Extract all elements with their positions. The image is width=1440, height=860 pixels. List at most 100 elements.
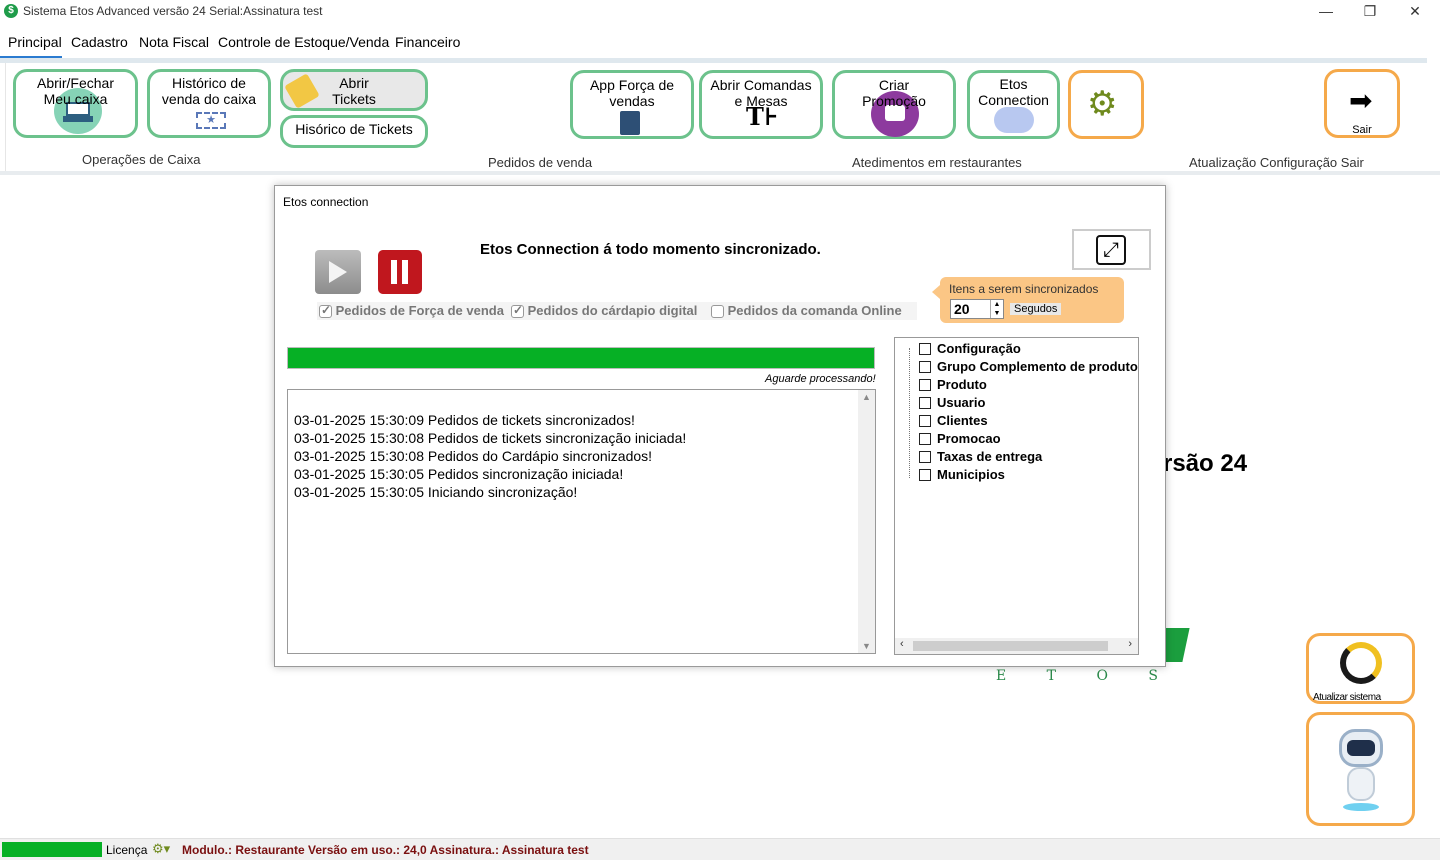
- scroll-left-icon[interactable]: ‹: [900, 638, 904, 650]
- option-comanda-online[interactable]: Pedidos da comanda Online: [711, 303, 902, 319]
- sair-label: Sair: [1352, 124, 1372, 136]
- app-forca-label: App Força de vendas: [589, 77, 675, 109]
- title-bar: $ Sistema Etos Advanced versão 24 Serial…: [0, 0, 1440, 23]
- sair-button[interactable]: ➡ Sair: [1324, 69, 1400, 138]
- log-line: 03-01-2025 15:30:05 Pedidos sincronizaçã…: [294, 466, 624, 482]
- etos-brand-text: E T O S: [996, 668, 1176, 684]
- sync-entities-tree[interactable]: Configuração Grupo Complemento de produt…: [894, 337, 1139, 655]
- scroll-right-icon[interactable]: ›: [1128, 638, 1132, 650]
- group-atendimentos: Atedimentos em restaurantes: [852, 155, 1022, 170]
- abrir-tickets-button[interactable]: Abrir Tickets: [280, 69, 428, 111]
- spinner-arrows-icon[interactable]: ▲ ▼: [990, 300, 1003, 318]
- etos-connection-button[interactable]: Etos Connection: [967, 70, 1060, 139]
- menu-nota-fiscal[interactable]: Nota Fiscal: [139, 34, 209, 50]
- tree-hscrollbar[interactable]: ‹ ›: [895, 638, 1138, 654]
- menu-financeiro[interactable]: Financeiro: [395, 34, 460, 50]
- configuracao-button[interactable]: ⚙: [1068, 70, 1144, 139]
- sync-interval-unit: Segudos: [1010, 303, 1062, 315]
- option-cardapio-digital[interactable]: Pedidos do cárdapio digital: [511, 303, 698, 319]
- sync-progress-bar: [287, 347, 875, 369]
- tree-checkbox[interactable]: [919, 433, 931, 445]
- play-icon: [329, 261, 347, 283]
- sync-interval-label: Itens a serem sincronizados: [949, 282, 1099, 296]
- atualizar-sistema-label: Atualizar sistema: [1313, 692, 1381, 703]
- table-chair-icon: T⊦: [746, 102, 779, 131]
- play-button[interactable]: [315, 250, 361, 294]
- tree-checkbox[interactable]: [919, 415, 931, 427]
- scroll-thumb[interactable]: [913, 641, 1108, 651]
- scroll-up-icon[interactable]: ▲: [862, 392, 871, 402]
- historico-caixa-label: Histórico de venda do caixa: [161, 75, 257, 107]
- tree-checkbox[interactable]: [919, 397, 931, 409]
- pause-button[interactable]: [378, 250, 422, 294]
- abrir-tickets-label: Abrir Tickets: [332, 75, 376, 107]
- criar-promocao-button[interactable]: Criar Promoção: [832, 70, 956, 139]
- tree-checkbox[interactable]: [919, 469, 931, 481]
- criar-promocao-label: Criar Promoção: [862, 77, 926, 109]
- ticket-star-icon: ★: [196, 112, 226, 129]
- robot-icon: [1339, 729, 1383, 767]
- gears-icon: ⚙: [1087, 85, 1118, 123]
- checkbox-forca-venda[interactable]: [319, 303, 332, 319]
- tree-item-produto[interactable]: Produto: [937, 377, 987, 392]
- tree-checkbox[interactable]: [919, 379, 931, 391]
- group-pedidos-venda: Pedidos de venda: [488, 155, 593, 170]
- version-banner: rsão 24: [1163, 450, 1248, 477]
- expand-button[interactable]: ⤢: [1072, 229, 1151, 270]
- group-atualizacao: Atualização Configuração Sair: [1189, 155, 1364, 170]
- option-forca-venda-label: Pedidos de Força de venda: [335, 303, 504, 318]
- dialog-heading: Etos Connection á todo momento sincroniz…: [480, 241, 821, 258]
- log-line: 03-01-2025 15:30:05 Iniciando sincroniza…: [294, 484, 578, 500]
- tree-item-configuracao[interactable]: Configuração: [937, 341, 1021, 356]
- assistant-robot-button[interactable]: [1306, 712, 1415, 826]
- abrir-comandas-button[interactable]: Abrir Comandas e Mesas T⊦: [699, 70, 823, 139]
- tree-item-grupo-complemento[interactable]: Grupo Complemento de produto: [937, 359, 1138, 374]
- tree-item-clientes[interactable]: Clientes: [937, 413, 988, 428]
- tree-checkbox[interactable]: [919, 361, 931, 373]
- tree-checkbox[interactable]: [919, 343, 931, 355]
- etos-connection-dialog: Etos connection Etos Connection á todo m…: [274, 185, 1166, 667]
- progress-status: Aguarde processando!: [765, 373, 876, 385]
- menu-principal[interactable]: Principal: [8, 34, 62, 50]
- tree-item-taxas-entrega[interactable]: Taxas de entrega: [937, 449, 1042, 464]
- app-logo-icon: $: [4, 4, 18, 18]
- refresh-icon: [1340, 642, 1382, 684]
- abrir-fechar-caixa-button[interactable]: Abrir/Fechar Meu caixa: [13, 69, 138, 138]
- menu-controle-estoque[interactable]: Controle de Estoque/Venda: [218, 34, 389, 50]
- gears-dropdown-icon[interactable]: ⚙▾: [152, 841, 170, 857]
- log-line: 03-01-2025 15:30:08 Pedidos de tickets s…: [294, 430, 687, 446]
- checkbox-comanda-online[interactable]: [711, 305, 724, 319]
- sync-log-box[interactable]: 03-01-2025 15:30:09 Pedidos de tickets s…: [287, 389, 876, 654]
- tree-checkbox[interactable]: [919, 451, 931, 463]
- log-line: 03-01-2025 15:30:08 Pedidos do Cardápio …: [294, 448, 653, 464]
- atualizar-sistema-button[interactable]: Atualizar sistema: [1306, 633, 1415, 704]
- log-line: 03-01-2025 15:30:09 Pedidos de tickets s…: [294, 412, 635, 428]
- resize-icon: ⤢: [1096, 235, 1126, 265]
- tree-item-promocao[interactable]: Promocao: [937, 431, 1001, 446]
- tree-item-usuario[interactable]: Usuario: [937, 395, 985, 410]
- status-bar: Licença ⚙▾ Modulo.: Restaurante Versão e…: [0, 838, 1440, 860]
- sync-interval-input[interactable]: 20 ▲ ▼: [950, 299, 1004, 319]
- option-forca-venda[interactable]: Pedidos de Força de venda: [319, 303, 504, 319]
- dialog-title: Etos connection: [283, 195, 369, 209]
- ribbon-divider: [0, 171, 1440, 175]
- menu-cadastro[interactable]: Cadastro: [71, 34, 128, 50]
- option-cardapio-label: Pedidos do cárdapio digital: [527, 303, 698, 318]
- scroll-down-icon[interactable]: ▼: [862, 641, 871, 651]
- checkbox-cardapio-digital[interactable]: [511, 303, 524, 319]
- restore-button[interactable]: ❐: [1350, 2, 1390, 20]
- historico-caixa-button[interactable]: Histórico de venda do caixa ★: [147, 69, 271, 138]
- license-progress-bar: [2, 842, 102, 857]
- app-forca-vendas-button[interactable]: App Força de vendas: [570, 70, 694, 139]
- pause-icon: [391, 260, 397, 284]
- historico-tickets-button[interactable]: Hisórico de Tickets: [280, 115, 428, 148]
- close-button[interactable]: ✕: [1395, 2, 1435, 20]
- etos-connection-label: Etos Connection: [978, 76, 1049, 108]
- abrir-fechar-label: Abrir/Fechar Meu caixa: [36, 75, 115, 107]
- log-scrollbar[interactable]: ▲ ▼: [858, 390, 875, 653]
- group-operacoes-caixa: Operações de Caixa: [82, 152, 201, 167]
- cloud-database-icon: [994, 107, 1034, 133]
- tree-item-municipios[interactable]: Municipios: [937, 467, 1005, 482]
- menu-bar: Principal Cadastro Nota Fiscal Controle …: [0, 28, 1430, 58]
- minimize-button[interactable]: —: [1306, 2, 1346, 20]
